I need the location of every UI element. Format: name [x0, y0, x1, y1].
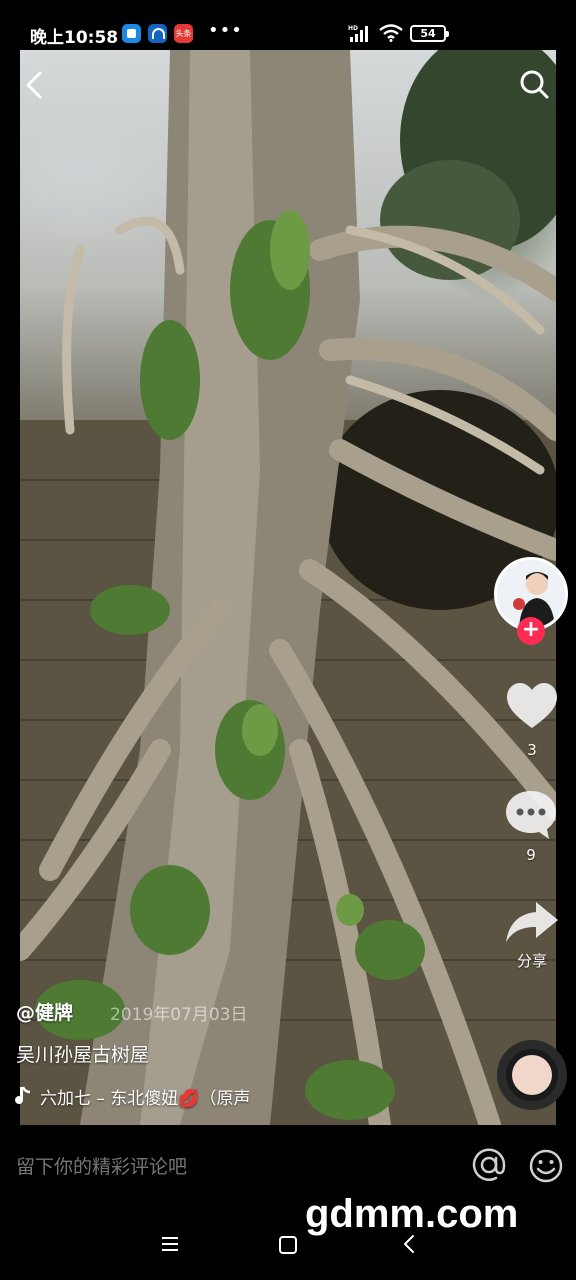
status-bar: 晚上10:58 头条 ••• HD 54 [0, 0, 576, 50]
comment-count: 9 [526, 846, 536, 864]
network-hd-label: HD [348, 25, 358, 32]
emoji-icon[interactable] [528, 1148, 564, 1184]
post-date: 2019年07月03日 [110, 1005, 248, 1025]
music-cover-image [512, 1055, 552, 1095]
like-count: 3 [527, 741, 537, 759]
music-info[interactable]: 六加七 – 东北傻妞💋（原声 [14, 1084, 251, 1109]
at-icon[interactable] [471, 1147, 507, 1183]
heart-icon[interactable] [505, 680, 559, 734]
video-caption: 吴川孙屋古树屋 [16, 1044, 150, 1066]
video-frame-image [20, 50, 556, 1125]
video-player[interactable] [20, 50, 556, 1125]
signal-icon: HD [348, 25, 368, 42]
share-label[interactable]: 分享 [503, 950, 561, 971]
music-title: 六加七 – 东北傻妞💋（原声 [40, 1088, 251, 1109]
watermark: gdmm.com [305, 1192, 519, 1236]
search-icon[interactable] [518, 68, 550, 100]
share-icon[interactable] [504, 898, 560, 946]
home-nav-icon[interactable] [279, 1236, 297, 1254]
back-nav-icon[interactable] [400, 1234, 420, 1254]
comment-input[interactable] [16, 1152, 436, 1182]
author-name[interactable]: @健牌 [16, 998, 73, 1025]
wifi-icon [379, 24, 403, 42]
menu-icon[interactable] [160, 1234, 180, 1254]
music-note-icon [15, 1086, 31, 1105]
app-icon-blue [122, 24, 141, 43]
status-time: 晚上10:58 [30, 28, 119, 48]
toutiao-icon: 头条 [174, 24, 193, 43]
music-disc[interactable] [497, 1040, 567, 1110]
more-notifications-icon: ••• [208, 20, 243, 41]
follow-button[interactable]: + [517, 617, 545, 645]
battery-icon: 54 [410, 25, 449, 42]
chevron-left-icon[interactable] [20, 70, 50, 100]
browser-app-icon [148, 24, 167, 43]
comment-icon[interactable] [503, 788, 559, 842]
